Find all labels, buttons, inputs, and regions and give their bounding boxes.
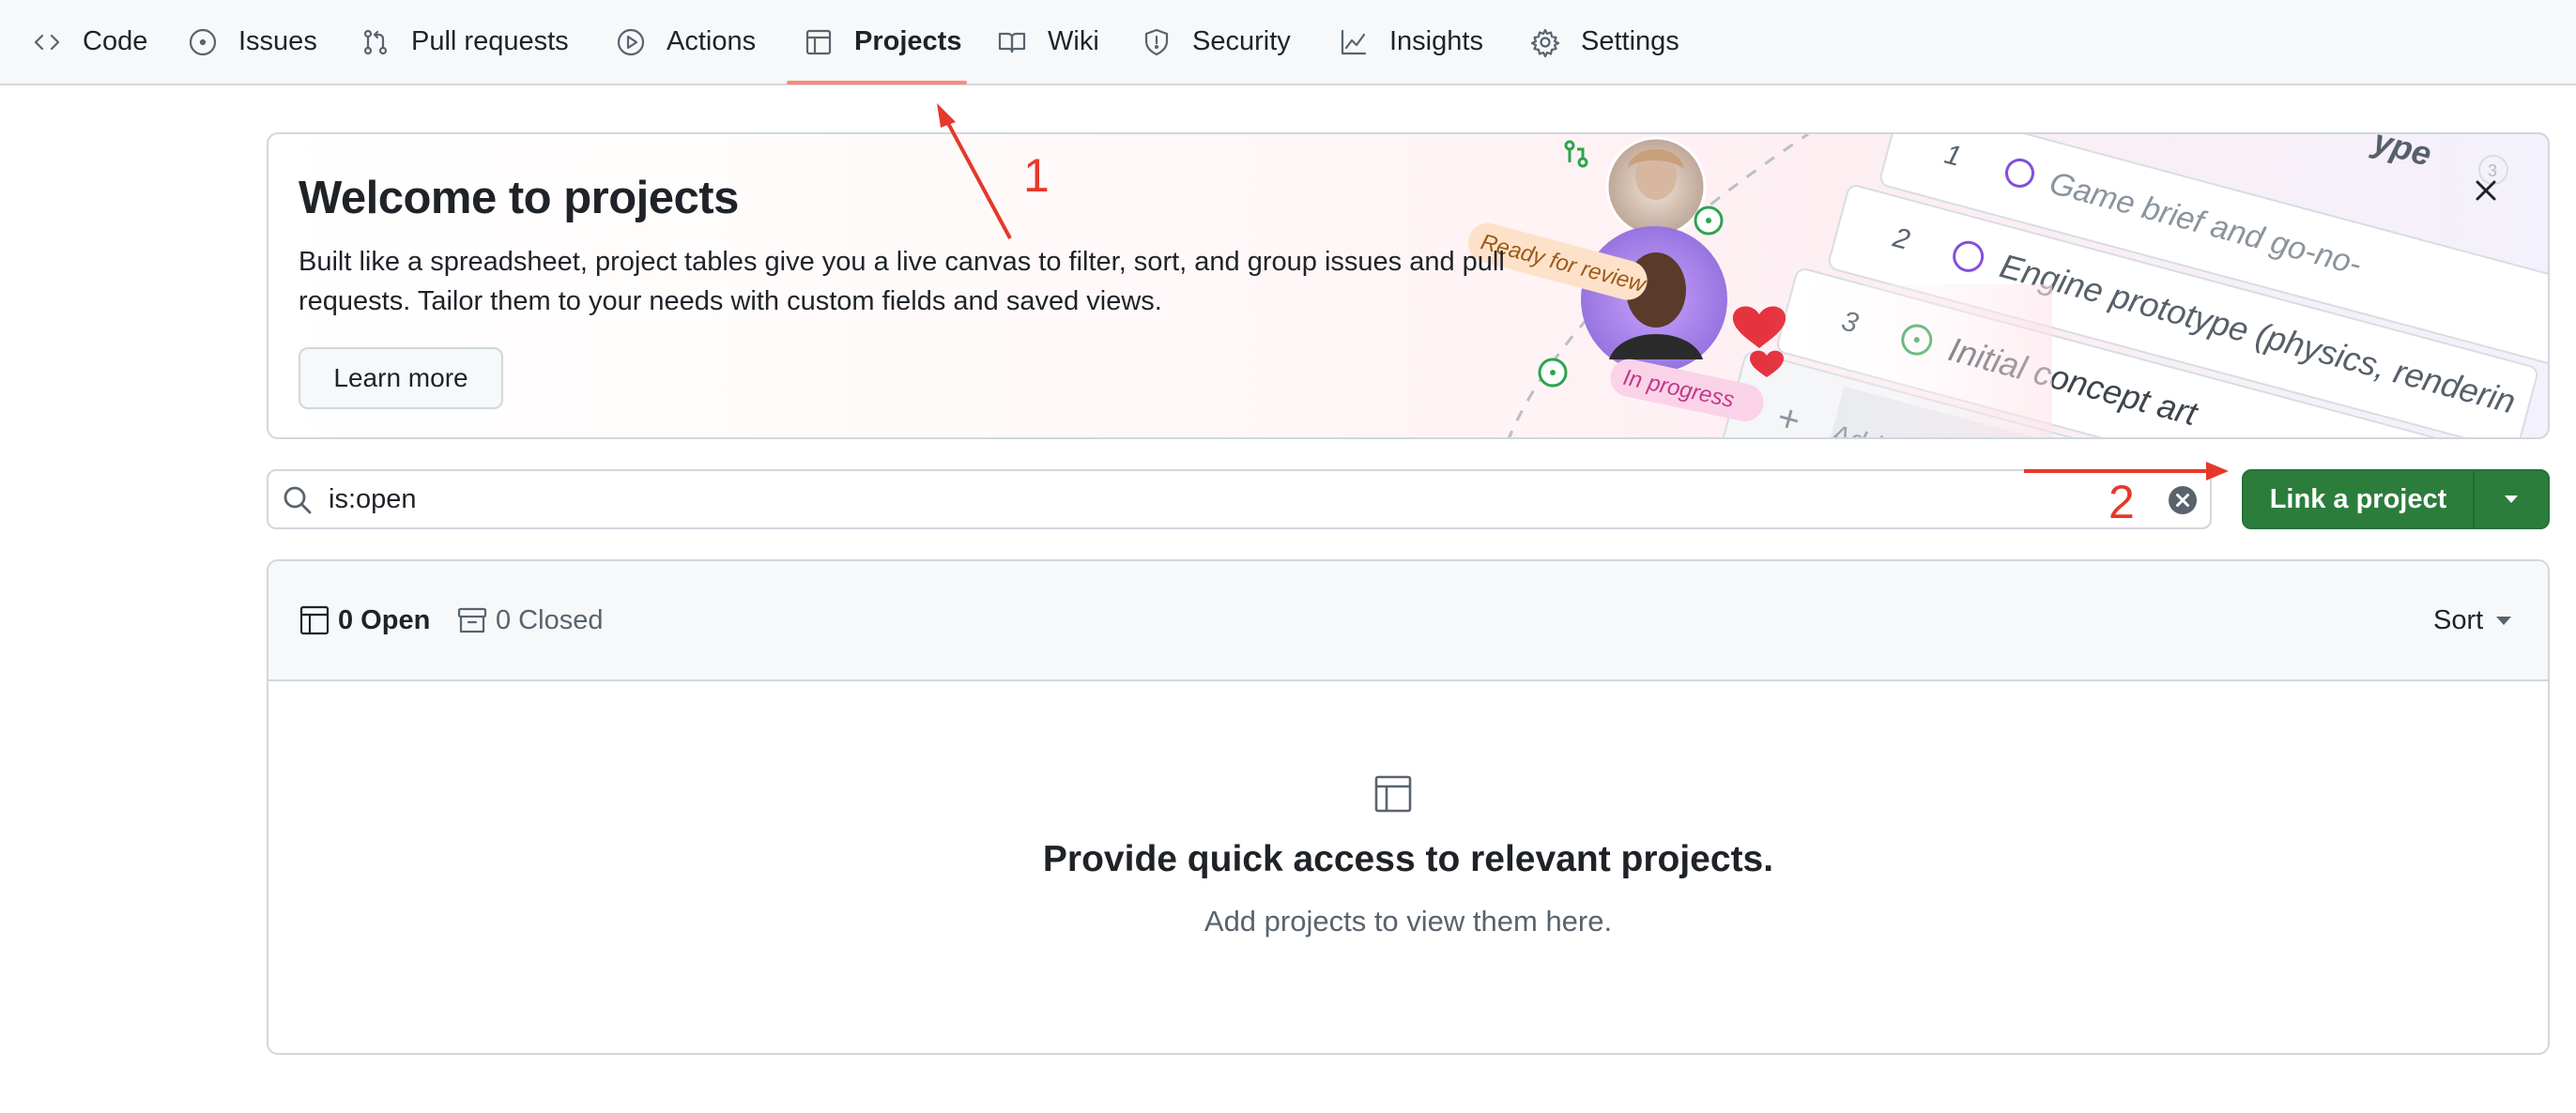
clear-search-icon[interactable] <box>2167 484 2199 516</box>
annotation-label-2: 2 <box>2108 476 2135 528</box>
open-filter[interactable]: 0 Open <box>299 597 430 644</box>
projects-list: 0 Open 0 Closed Sort Provide quick acces… <box>267 559 2550 1055</box>
table-icon <box>805 29 832 54</box>
table-icon <box>299 605 330 635</box>
banner-title: Welcome to projects <box>299 173 739 223</box>
closed-count-label: 0 Closed <box>496 604 604 635</box>
active-tab-underline <box>787 81 967 84</box>
triangle-down-icon <box>2496 616 2512 625</box>
tab-projects[interactable]: Projects <box>804 0 961 84</box>
tab-code[interactable]: Code <box>32 0 147 84</box>
link-project-dropdown[interactable] <box>2475 471 2548 527</box>
triangle-down-icon <box>2505 496 2518 503</box>
projects-list-header: 0 Open 0 Closed Sort <box>268 561 2548 681</box>
search-icon <box>284 486 312 514</box>
git-pull-request-icon <box>363 29 388 54</box>
gear-icon <box>1530 28 1560 57</box>
tab-issues[interactable]: Issues <box>188 0 317 84</box>
sort-label: Sort <box>2433 604 2484 635</box>
archive-icon <box>457 607 487 633</box>
table-icon <box>1374 775 1412 813</box>
tab-wiki[interactable]: Wiki <box>997 0 1099 84</box>
tab-issues-label: Issues <box>238 26 317 56</box>
tab-actions-label: Actions <box>667 26 757 56</box>
repo-navigation: Code Issues Pull requests Actions Projec… <box>0 0 2576 85</box>
sort-dropdown[interactable]: Sort <box>2433 597 2512 644</box>
tab-security-label: Security <box>1192 26 1291 56</box>
tab-pull-requests-label: Pull requests <box>411 26 569 56</box>
learn-more-button[interactable]: Learn more <box>299 347 503 409</box>
code-icon <box>34 34 60 50</box>
welcome-banner: 1 Game brief and go-no- 2 Engine prototy… <box>267 132 2550 439</box>
banner-description: Built like a spreadsheet, project tables… <box>299 247 1505 316</box>
closed-filter[interactable]: 0 Closed <box>456 597 603 644</box>
link-project-button[interactable]: Link a project <box>2244 471 2475 527</box>
issue-opened-icon <box>189 28 217 55</box>
tab-settings[interactable]: Settings <box>1530 0 1679 84</box>
open-count-label: 0 Open <box>338 604 431 635</box>
empty-state-subtitle: Add projects to view them here. <box>1204 905 1613 938</box>
tab-security[interactable]: Security <box>1142 0 1291 84</box>
tab-insights[interactable]: Insights <box>1339 0 1483 84</box>
tab-code-label: Code <box>83 26 148 56</box>
tab-settings-label: Settings <box>1581 26 1679 56</box>
empty-state-title: Provide quick access to relevant project… <box>1042 839 1774 879</box>
annotation-label-1: 1 <box>1023 149 1050 202</box>
tab-wiki-label: Wiki <box>1048 26 1099 56</box>
link-project-button-group: Link a project <box>2242 469 2550 529</box>
dismiss-banner-button[interactable] <box>2463 168 2508 213</box>
graph-icon <box>1341 29 1367 54</box>
tab-projects-label: Projects <box>854 26 962 56</box>
search-input[interactable] <box>329 479 2112 520</box>
project-search-box <box>267 469 2212 529</box>
tab-insights-label: Insights <box>1389 26 1483 56</box>
art-corner-fragment: ype <box>2368 134 2435 174</box>
book-icon <box>998 32 1026 53</box>
play-icon <box>617 28 645 55</box>
tab-actions[interactable]: Actions <box>616 0 756 84</box>
tab-pull-requests[interactable]: Pull requests <box>360 0 569 84</box>
close-icon <box>2476 180 2496 201</box>
shield-icon <box>1144 28 1169 55</box>
